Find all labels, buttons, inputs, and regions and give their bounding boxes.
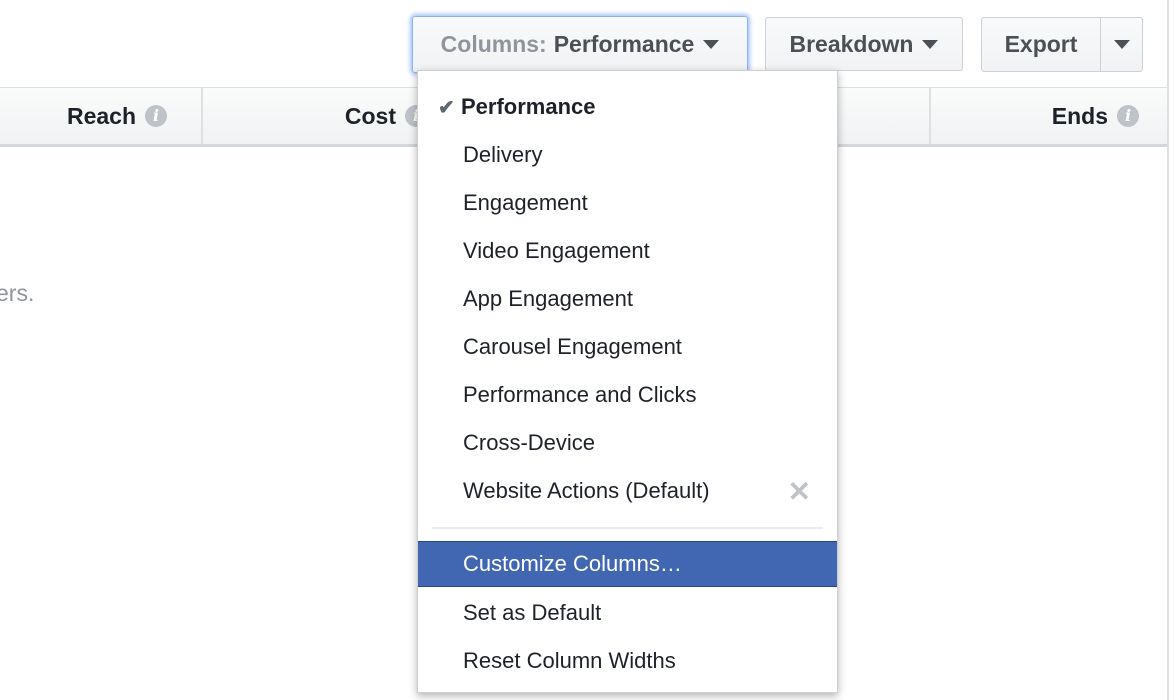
menu-item-label: Performance and Clicks	[463, 382, 697, 407]
menu-item-engagement[interactable]: Engagement	[418, 180, 837, 226]
menu-item-performance[interactable]: ✔ Performance	[418, 84, 837, 130]
menu-divider	[432, 527, 823, 529]
menu-item-label: Carousel Engagement	[463, 334, 682, 359]
breakdown-button[interactable]: Breakdown	[765, 17, 963, 71]
menu-item-label: Customize Columns…	[463, 551, 682, 576]
info-icon[interactable]: i	[145, 105, 167, 127]
info-icon[interactable]: i	[1117, 105, 1139, 127]
menu-item-website-actions[interactable]: Website Actions (Default) ✕	[418, 468, 837, 514]
menu-item-label: Video Engagement	[463, 238, 650, 263]
window-edge	[1167, 0, 1169, 700]
export-button[interactable]: Export	[981, 17, 1101, 72]
export-label: Export	[1004, 31, 1078, 57]
remove-preset-close-icon[interactable]: ✕	[788, 475, 811, 508]
export-options-button[interactable]	[1100, 17, 1143, 72]
column-header-reach[interactable]: Reach i	[0, 88, 201, 144]
menu-item-label: App Engagement	[463, 286, 634, 311]
caret-down-icon	[1113, 40, 1130, 49]
menu-item-set-as-default[interactable]: Set as Default	[418, 590, 837, 636]
menu-item-label: Reset Column Widths	[463, 648, 676, 673]
breakdown-label: Breakdown	[789, 30, 914, 57]
menu-item-label: Set as Default	[463, 600, 602, 625]
columns-dropdown-button[interactable]: Columns: Performance	[412, 16, 748, 73]
menu-item-video-engagement[interactable]: Video Engagement	[418, 228, 837, 274]
columns-prefix: Columns:	[440, 31, 547, 57]
column-header-label: Ends	[1051, 102, 1108, 129]
columns-menu: ✔ Performance Delivery Engagement Video E…	[417, 70, 838, 693]
menu-item-cross-device[interactable]: Cross-Device	[418, 420, 837, 466]
menu-item-carousel-engagement[interactable]: Carousel Engagement	[418, 324, 837, 370]
menu-item-reset-column-widths[interactable]: Reset Column Widths	[418, 638, 837, 684]
menu-item-label: Performance	[461, 94, 596, 119]
menu-item-label: Delivery	[463, 142, 543, 167]
caret-down-icon	[703, 40, 720, 49]
column-header-label: Cost	[344, 102, 396, 129]
column-header-label: Reach	[66, 102, 136, 129]
column-header-ends[interactable]: Ends i	[929, 88, 1167, 144]
menu-item-customize-columns[interactable]: Customize Columns…	[418, 541, 837, 587]
caret-down-icon	[922, 39, 939, 49]
menu-item-label: Cross-Device	[463, 430, 596, 455]
menu-item-delivery[interactable]: Delivery	[418, 132, 837, 178]
checkmark-icon: ✔	[438, 96, 455, 119]
menu-item-label: Engagement	[463, 190, 588, 215]
menu-item-app-engagement[interactable]: App Engagement	[418, 276, 837, 322]
menu-item-label: Website Actions (Default)	[463, 478, 710, 503]
menu-item-performance-and-clicks[interactable]: Performance and Clicks	[418, 372, 837, 418]
columns-value: Performance	[553, 31, 695, 57]
empty-table-message: ers.	[0, 280, 35, 306]
